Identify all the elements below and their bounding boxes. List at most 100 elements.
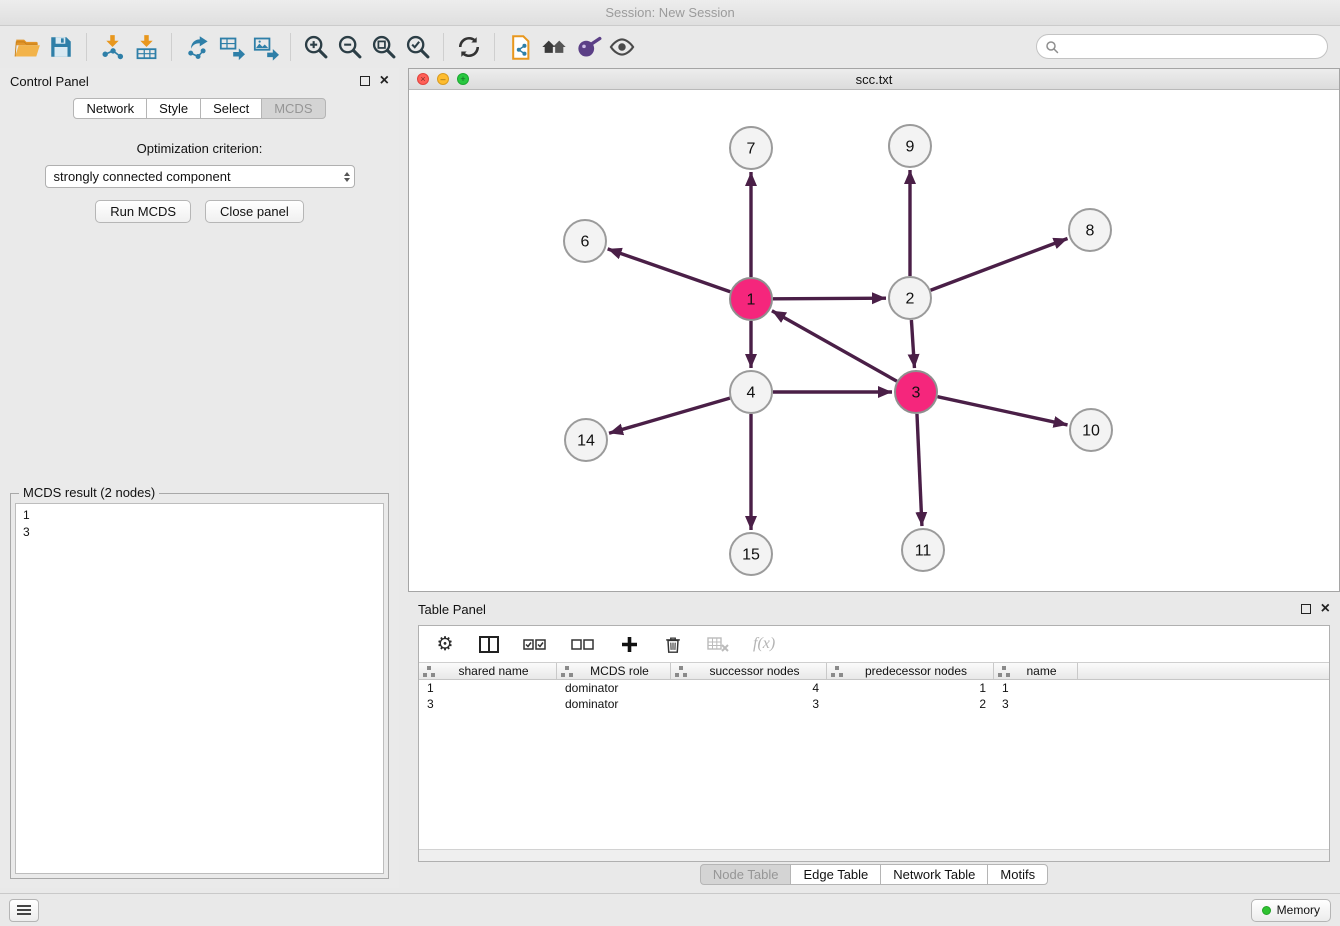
function-builder-button[interactable]: f(x)	[753, 632, 775, 656]
export-table-button[interactable]	[214, 31, 248, 63]
graph-edge-2-3[interactable]	[911, 320, 914, 368]
column-layout-button[interactable]	[479, 632, 499, 656]
graph-node-label: 7	[747, 141, 756, 158]
export-table-icon	[218, 34, 245, 61]
snapshot-button[interactable]	[503, 31, 537, 63]
refresh-view-button[interactable]	[452, 31, 486, 63]
cell-name[interactable]: 1	[994, 680, 1078, 696]
tab-network[interactable]: Network	[73, 98, 147, 119]
style-brush-icon	[575, 34, 602, 61]
column-header-name[interactable]: name	[994, 663, 1078, 679]
delete-table-button[interactable]	[707, 632, 729, 656]
criterion-dropdown[interactable]: strongly connected component	[45, 165, 355, 188]
network-window-titlebar: scc.txt × – +	[409, 69, 1339, 90]
toolbar-separator	[443, 33, 444, 61]
close-window-button[interactable]: ×	[417, 73, 429, 85]
export-network-button[interactable]	[180, 31, 214, 63]
column-header-successor_nodes[interactable]: successor nodes	[671, 663, 827, 679]
panel-menu-button[interactable]	[9, 899, 39, 922]
column-header-predecessor_nodes[interactable]: predecessor nodes	[827, 663, 994, 679]
cell-shared_name[interactable]: 1	[419, 680, 557, 696]
cell-successor_nodes[interactable]: 3	[671, 696, 827, 712]
zoom-in-icon	[302, 33, 330, 61]
unselect-all-button[interactable]	[571, 632, 595, 656]
search-icon	[1045, 40, 1059, 54]
cell-mcds_role[interactable]: dominator	[557, 680, 671, 696]
search-box[interactable]	[1036, 34, 1328, 59]
minimize-window-button[interactable]: –	[437, 73, 449, 85]
tab-style[interactable]: Style	[146, 98, 201, 119]
zoom-in-button[interactable]	[299, 31, 333, 63]
network-graph[interactable]: 1234678910111415	[409, 90, 1339, 591]
float-panel-icon[interactable]	[360, 76, 370, 86]
graph-node-label: 4	[747, 385, 756, 402]
graph-edge-3-10[interactable]	[937, 397, 1067, 425]
search-input[interactable]	[1064, 39, 1319, 54]
save-session-button[interactable]	[44, 31, 78, 63]
column-header-mcds_role[interactable]: MCDS role	[557, 663, 671, 679]
close-panel-icon[interactable]: ×	[380, 76, 389, 86]
graph-edge-1-2[interactable]	[773, 298, 886, 299]
tab-select[interactable]: Select	[200, 98, 262, 119]
table-toolbar: ⚙ f(x)	[419, 626, 1329, 662]
home-button[interactable]	[537, 31, 571, 63]
close-panel-button[interactable]: Close panel	[205, 200, 304, 223]
graph-node-label: 3	[912, 385, 921, 402]
import-table-button[interactable]	[129, 31, 163, 63]
cell-shared_name[interactable]: 3	[419, 696, 557, 712]
home-icon	[540, 33, 568, 61]
graph-edge-1-6[interactable]	[608, 249, 731, 292]
cell-predecessor_nodes[interactable]: 2	[827, 696, 994, 712]
graph-edge-4-14[interactable]	[609, 398, 730, 433]
zoom-out-button[interactable]	[333, 31, 367, 63]
cell-predecessor_nodes[interactable]: 1	[827, 680, 994, 696]
zoom-selected-button[interactable]	[401, 31, 435, 63]
graph-node-label: 2	[906, 291, 915, 308]
graph-edge-2-8[interactable]	[931, 238, 1068, 290]
table-row[interactable]: 1dominator411	[419, 680, 1329, 696]
table-tab-motifs[interactable]: Motifs	[987, 864, 1048, 885]
export-image-button[interactable]	[248, 31, 282, 63]
column-header-label: shared name	[435, 664, 552, 678]
mcds-result-list[interactable]: 13	[15, 503, 384, 874]
memory-button[interactable]: Memory	[1251, 899, 1331, 922]
table-settings-button[interactable]: ⚙	[435, 632, 455, 656]
select-all-button[interactable]	[523, 632, 547, 656]
style-button[interactable]	[571, 31, 605, 63]
table-row[interactable]: 3dominator323	[419, 696, 1329, 712]
zoom-fit-button[interactable]	[367, 31, 401, 63]
graph-node-label: 14	[577, 433, 595, 450]
add-row-button[interactable]	[619, 632, 639, 656]
network-view-window: scc.txt × – + 1234678910111415	[408, 68, 1340, 592]
vertical-splitter[interactable]	[399, 68, 408, 888]
maximize-window-button[interactable]: +	[457, 73, 469, 85]
trash-icon	[663, 634, 683, 654]
show-hide-button[interactable]	[605, 31, 639, 63]
table-horizontal-scrollbar[interactable]	[419, 849, 1329, 861]
table-panel-header: Table Panel ×	[408, 597, 1340, 621]
open-session-button[interactable]	[10, 31, 44, 63]
graph-edge-3-1[interactable]	[772, 311, 897, 381]
graph-node-label: 6	[581, 234, 590, 251]
close-table-panel-icon[interactable]: ×	[1321, 604, 1330, 614]
cell-mcds_role[interactable]: dominator	[557, 696, 671, 712]
graph-edge-3-11[interactable]	[917, 414, 922, 526]
zoom-fit-icon	[370, 33, 398, 61]
network-canvas[interactable]: 1234678910111415	[409, 90, 1339, 591]
tab-mcds[interactable]: MCDS	[261, 98, 325, 119]
delete-row-button[interactable]	[663, 632, 683, 656]
column-type-icon	[831, 666, 843, 677]
table-tab-network-table[interactable]: Network Table	[880, 864, 988, 885]
table-header-row: shared name MCDS rolesuccessor nodesprede…	[419, 662, 1329, 680]
cell-successor_nodes[interactable]: 4	[671, 680, 827, 696]
table-tab-edge-table[interactable]: Edge Table	[790, 864, 881, 885]
run-mcds-button[interactable]: Run MCDS	[95, 200, 191, 223]
import-network-button[interactable]	[95, 31, 129, 63]
cell-name[interactable]: 3	[994, 696, 1078, 712]
column-header-shared_name[interactable]: shared name	[419, 663, 557, 679]
document-network-icon	[507, 34, 534, 61]
import-table-icon	[133, 34, 160, 61]
table-tab-node-table[interactable]: Node Table	[700, 864, 792, 885]
float-table-panel-icon[interactable]	[1301, 604, 1311, 614]
graph-node-label: 8	[1086, 223, 1095, 240]
